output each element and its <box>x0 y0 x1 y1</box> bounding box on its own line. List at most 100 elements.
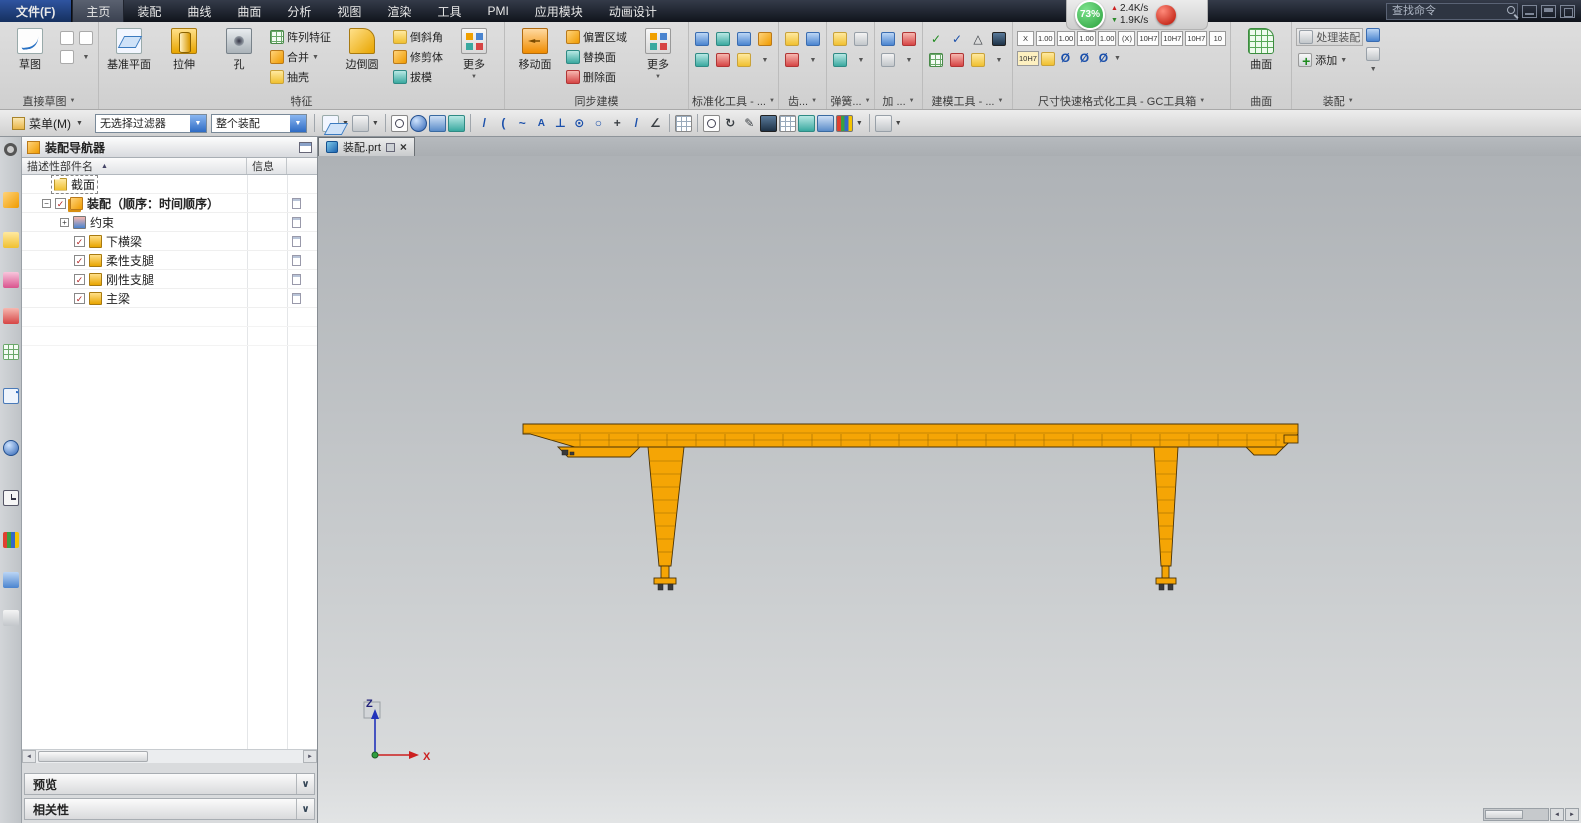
column-info[interactable]: 信息 <box>247 158 287 174</box>
component-checkbox[interactable]: ✓ <box>74 254 85 266</box>
group-label-prep[interactable]: 加 ... ▼ <box>875 94 922 108</box>
scrollbar-thumb[interactable] <box>38 751 148 762</box>
appearance-palette-icon[interactable] <box>835 114 853 132</box>
dim-fit-10h7-icon[interactable]: 10H7 <box>1161 31 1184 46</box>
pin-icon[interactable] <box>385 142 395 152</box>
snap-spline-icon[interactable]: ~ <box>514 115 531 132</box>
reuse-library-icon[interactable] <box>2 308 19 324</box>
tab-pmi[interactable]: PMI <box>474 0 521 22</box>
viewport-horizontal-scrollbar[interactable]: ◄ ► <box>1483 808 1579 821</box>
column-descriptive-part-name[interactable]: 描述性部件名 ▲ <box>22 158 247 174</box>
chamfer-button[interactable]: 倒斜角 <box>391 28 445 46</box>
help-window-icon[interactable] <box>1560 4 1575 18</box>
standard-tool-icon[interactable] <box>758 32 772 46</box>
standard-tool-icon[interactable] <box>737 53 751 67</box>
work-plane-icon[interactable] <box>321 114 339 132</box>
selection-box-icon[interactable] <box>390 114 408 132</box>
dim-format-tolerance-icon[interactable]: 1.00 <box>1036 31 1055 46</box>
info-note-icon[interactable] <box>292 292 301 304</box>
tree-row-assembly-root[interactable]: − ✓ 装配（顺序：时间顺序） <box>22 194 317 213</box>
group-label-modeling-tools[interactable]: 建模工具 - ... ▼ <box>923 94 1012 108</box>
tab-render[interactable]: 渲染 <box>374 0 424 22</box>
dim-fit-10h7-icon[interactable]: 10H7 <box>1137 31 1160 46</box>
process-assembly-button[interactable]: 处理装配 <box>1296 28 1364 46</box>
tab-file[interactable]: 文件(F) <box>0 0 73 22</box>
render-style-icon[interactable] <box>759 114 777 132</box>
fit-tool-icon[interactable] <box>971 53 985 67</box>
gear-modeling-icon[interactable] <box>785 32 799 46</box>
chamfer-dim-icon[interactable] <box>1040 51 1055 66</box>
add-component-button[interactable]: 添加 ▼ <box>1296 51 1363 69</box>
snap-circle-icon[interactable]: ○ <box>590 115 607 132</box>
grid-snap-icon[interactable] <box>674 114 692 132</box>
dim-format-reference-icon[interactable]: (X) <box>1118 31 1136 46</box>
info-note-icon[interactable] <box>292 216 301 228</box>
gear-icon[interactable] <box>4 143 17 156</box>
prep-edit-icon[interactable] <box>902 32 916 46</box>
diameter-dim-icon[interactable]: Ø <box>1095 50 1112 67</box>
prep-caret-icon[interactable]: ▼ <box>906 57 913 64</box>
check-mate-icon[interactable]: ✓ <box>928 31 945 48</box>
tab-tools[interactable]: 工具 <box>424 0 474 22</box>
orientation-triad[interactable]: Z X <box>363 698 431 763</box>
datum-plane-button[interactable]: 基准平面 <box>103 25 155 72</box>
tab-analysis[interactable]: 分析 <box>274 0 324 22</box>
info-note-icon[interactable] <box>292 254 301 266</box>
scrollbar-track[interactable] <box>36 750 303 763</box>
annotate-icon[interactable]: ✎ <box>741 115 758 132</box>
tab-home[interactable]: 主页 <box>72 0 125 22</box>
tab-application[interactable]: 应用模块 <box>522 0 596 22</box>
sketch-rectangle-icon[interactable] <box>79 31 93 45</box>
component-checkbox[interactable]: ✓ <box>55 197 66 209</box>
scrollbar-thumb[interactable] <box>1485 810 1523 819</box>
markup-tool-icon[interactable] <box>950 53 964 67</box>
surface-button[interactable]: 曲面 <box>1235 25 1287 72</box>
info-note-icon[interactable] <box>292 197 301 209</box>
spring-edit-icon[interactable] <box>833 53 847 67</box>
component-checkbox[interactable]: ✓ <box>74 292 85 304</box>
tree-row-rigid-leg[interactable]: ✓ 刚性支腿 <box>22 270 317 289</box>
draft-button[interactable]: 拔模 <box>391 68 445 86</box>
verify-icon[interactable]: ✓ <box>949 31 966 48</box>
snap-center-icon[interactable]: ⊙ <box>571 115 588 132</box>
solid-select-icon[interactable] <box>428 114 446 132</box>
sketch-button[interactable]: 草图 <box>4 25 56 72</box>
scroll-right-icon[interactable]: ► <box>1565 808 1579 821</box>
tab-assemblies[interactable]: 装配 <box>124 0 174 22</box>
pattern-feature-button[interactable]: 阵列特征 <box>268 28 333 46</box>
zoom-window-icon[interactable] <box>702 114 720 132</box>
unite-button[interactable]: 合并 ▼ <box>268 48 333 66</box>
group-label-gc-toolbox[interactable]: 尺寸快速格式化工具 - GC工具箱 ▼ <box>1013 94 1230 108</box>
caret-icon[interactable]: ▼ <box>895 120 902 127</box>
component-checkbox[interactable]: ✓ <box>74 235 85 247</box>
chevron-down-icon[interactable]: ∨ <box>296 774 314 794</box>
part-navigator-icon[interactable] <box>2 272 19 288</box>
part-tab[interactable]: 装配.prt × <box>318 137 415 156</box>
diameter-dim-icon[interactable]: Ø <box>1057 50 1074 67</box>
standard-tool-icon[interactable] <box>737 32 751 46</box>
tab-surface[interactable]: 曲面 <box>224 0 274 22</box>
snap-intersection-icon[interactable]: + <box>609 115 626 132</box>
standard-tools-caret-icon[interactable]: ▼ <box>762 57 769 64</box>
scroll-left-icon[interactable]: ◄ <box>1550 808 1564 821</box>
group-label-surface[interactable]: 曲面 <box>1231 94 1291 108</box>
group-label-standard-tools[interactable]: 标准化工具 - ... ▼ <box>689 94 778 108</box>
rotate-view-icon[interactable]: ↻ <box>722 115 739 132</box>
menu-button[interactable]: 菜单(M) ▼ <box>5 112 91 135</box>
history-icon[interactable] <box>2 490 19 506</box>
dim-format-tolerance-icon[interactable]: 1.00 <box>1097 31 1117 46</box>
face-select-icon[interactable] <box>447 114 465 132</box>
preview-section-header[interactable]: 预览 ∨ <box>24 773 315 795</box>
layer-visible-icon[interactable] <box>797 114 815 132</box>
standard-tool-icon[interactable] <box>695 53 709 67</box>
graphics-canvas[interactable]: Z X ◄ ► <box>318 156 1581 823</box>
move-face-button[interactable]: 移动面 <box>509 25 561 72</box>
group-label-feature[interactable]: 特征 <box>99 94 504 108</box>
group-label-direct-sketch[interactable]: 直接草图 ▼ <box>0 94 98 108</box>
navigator-horizontal-scrollbar[interactable]: ◄ ► <box>22 749 317 763</box>
window-split-icon[interactable] <box>874 114 892 132</box>
snap-arc-icon[interactable]: ( <box>495 115 512 132</box>
assembly-caret-icon[interactable]: ▼ <box>1370 66 1377 73</box>
tree-row-flexible-leg[interactable]: ✓ 柔性支腿 <box>22 251 317 270</box>
tab-animation-design[interactable]: 动画设计 <box>596 0 670 22</box>
